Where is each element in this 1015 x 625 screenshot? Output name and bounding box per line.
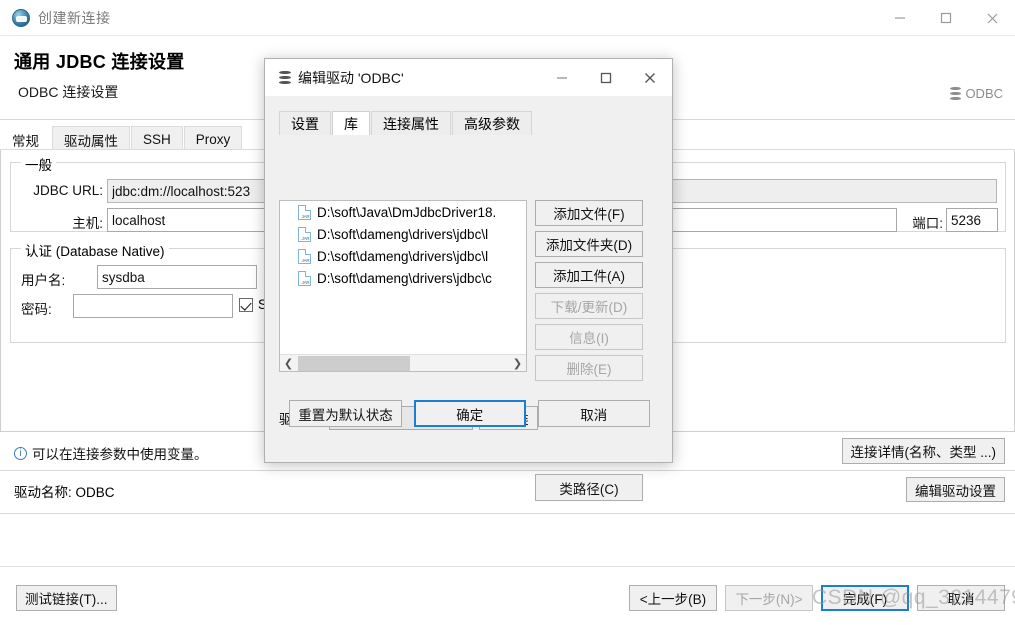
delete-button: 删除(E) bbox=[535, 355, 643, 381]
list-item[interactable]: D:\soft\dameng\drivers\jdbc\l bbox=[280, 223, 526, 245]
ok-button[interactable]: 确定 bbox=[413, 400, 526, 427]
test-connection-button[interactable]: 测试链接(T)... bbox=[16, 585, 117, 611]
database-icon bbox=[279, 70, 291, 85]
library-path: D:\soft\dameng\drivers\jdbc\l bbox=[317, 248, 489, 264]
page-title: 通用 JDBC 连接设置 bbox=[14, 52, 185, 72]
list-item[interactable]: D:\soft\dameng\drivers\jdbc\l bbox=[280, 245, 526, 267]
authentication-group-legend: 认证 (Database Native) bbox=[21, 240, 169, 260]
checkbox-icon bbox=[239, 297, 253, 312]
scroll-right-icon[interactable]: ❯ bbox=[509, 355, 526, 372]
library-list[interactable]: D:\soft\Java\DmJdbcDriver18. D:\soft\dam… bbox=[279, 200, 527, 372]
tab-general-label: 常规 bbox=[12, 133, 39, 149]
connection-details-button[interactable]: 连接详情(名称、类型 ...) bbox=[841, 438, 1005, 464]
library-list-horizontal-scrollbar[interactable]: ❮ ❯ bbox=[280, 354, 526, 371]
password-input[interactable] bbox=[73, 294, 233, 318]
library-path: D:\soft\dameng\drivers\jdbc\c bbox=[317, 270, 492, 286]
tab-proxy[interactable]: Proxy bbox=[183, 126, 243, 150]
dialog-title: 编辑驱动 'ODBC' bbox=[298, 69, 404, 86]
jar-file-icon bbox=[298, 204, 312, 220]
application-window: 创建新连接 通用 JDBC 连接设置 ODBC 连接设置 ODBC 常规 驱动属… bbox=[0, 0, 1015, 625]
variables-info: i 可以在连接参数中使用变量。 bbox=[14, 443, 208, 463]
wizard-button-bar: 测试链接(T)... <上一步(B) 下一步(N)> 完成(F) 取消 bbox=[0, 566, 1015, 625]
dialog-close-icon[interactable] bbox=[628, 59, 672, 96]
username-label: 用户名: bbox=[21, 273, 66, 288]
connection-icon bbox=[12, 8, 30, 27]
tab-driver-properties-label: 驱动属性 bbox=[64, 133, 118, 149]
dialog-titlebar: 编辑驱动 'ODBC' bbox=[265, 59, 672, 96]
database-icon bbox=[950, 87, 962, 100]
jar-file-icon bbox=[298, 248, 312, 264]
window-title: 创建新连接 bbox=[38, 9, 111, 26]
scrollbar-thumb[interactable] bbox=[298, 355, 410, 371]
username-input[interactable] bbox=[97, 265, 257, 289]
dialog-tab-strip: 设置 库 连接属性 高级参数 bbox=[279, 111, 533, 136]
library-path: D:\soft\dameng\drivers\jdbc\l bbox=[317, 226, 489, 242]
window-titlebar: 创建新连接 bbox=[0, 0, 1015, 36]
scroll-left-icon[interactable]: ❮ bbox=[280, 355, 297, 372]
dialog-footer: 重置为默认状态 确定 取消 bbox=[279, 400, 660, 427]
download-update-button: 下载/更新(D) bbox=[535, 293, 643, 319]
dialog-tab-connection-properties-label: 连接属性 bbox=[383, 116, 439, 132]
window-controls bbox=[877, 0, 1015, 36]
classpath-button[interactable]: 类路径(C) bbox=[535, 474, 643, 501]
dialog-window-controls bbox=[540, 59, 672, 96]
add-artifact-button[interactable]: 添加工件(A) bbox=[535, 262, 643, 288]
jar-file-icon bbox=[298, 226, 312, 242]
library-action-buttons: 添加文件(F) 添加文件夹(D) 添加工件(A) 下载/更新(D) 信息(I) … bbox=[535, 200, 643, 386]
divider-top bbox=[0, 470, 1015, 471]
edit-driver-settings-button[interactable]: 编辑驱动设置 bbox=[906, 477, 1005, 502]
add-file-button[interactable]: 添加文件(F) bbox=[535, 200, 643, 226]
library-path: D:\soft\Java\DmJdbcDriver18. bbox=[317, 204, 497, 220]
next-button: 下一步(N)> bbox=[725, 585, 813, 611]
dialog-body: D:\soft\Java\DmJdbcDriver18. D:\soft\dam… bbox=[279, 135, 660, 501]
close-icon[interactable] bbox=[969, 0, 1015, 36]
driver-brand-label: ODBC bbox=[965, 86, 1003, 101]
dialog-tab-advanced-parameters-label: 高级参数 bbox=[464, 116, 520, 132]
page-subtitle: ODBC 连接设置 bbox=[18, 84, 119, 100]
jar-file-icon bbox=[298, 270, 312, 286]
dialog-tab-settings-label: 设置 bbox=[291, 116, 319, 132]
host-label: 主机: bbox=[72, 216, 103, 231]
list-item[interactable]: D:\soft\Java\DmJdbcDriver18. bbox=[280, 201, 526, 223]
variables-info-text: 可以在连接参数中使用变量。 bbox=[32, 447, 208, 462]
jdbc-url-label: JDBC URL: bbox=[33, 183, 103, 198]
divider-bottom bbox=[0, 513, 1015, 514]
driver-brand: ODBC bbox=[950, 86, 1003, 101]
driver-name-label: 驱动名称: ODBC bbox=[14, 485, 115, 500]
port-input[interactable] bbox=[946, 208, 998, 232]
maximize-icon[interactable] bbox=[923, 0, 969, 36]
finish-button[interactable]: 完成(F) bbox=[821, 585, 909, 611]
dialog-tab-settings[interactable]: 设置 bbox=[279, 111, 331, 136]
info-button: 信息(I) bbox=[535, 324, 643, 350]
minimize-icon[interactable] bbox=[877, 0, 923, 36]
dialog-tab-advanced-parameters[interactable]: 高级参数 bbox=[452, 111, 532, 136]
tab-ssh[interactable]: SSH bbox=[131, 126, 183, 150]
tab-ssh-label: SSH bbox=[143, 132, 171, 147]
dialog-tab-libraries[interactable]: 库 bbox=[332, 111, 370, 136]
port-label: 端口: bbox=[912, 216, 943, 231]
edit-driver-dialog: 编辑驱动 'ODBC' 设置 库 连接属性 高级参数 JAR D:\soft\J… bbox=[264, 58, 673, 501]
list-item[interactable]: D:\soft\dameng\drivers\jdbc\c bbox=[280, 267, 526, 289]
dialog-cancel-button[interactable]: 取消 bbox=[537, 400, 650, 427]
tab-driver-properties[interactable]: 驱动属性 bbox=[52, 126, 130, 150]
wizard-navigation: <上一步(B) 下一步(N)> 完成(F) 取消 bbox=[629, 585, 1005, 611]
general-group-legend: 一般 bbox=[21, 154, 56, 174]
info-icon: i bbox=[14, 446, 27, 460]
dialog-tab-connection-properties[interactable]: 连接属性 bbox=[371, 111, 451, 136]
add-folder-button[interactable]: 添加文件夹(D) bbox=[535, 231, 643, 257]
cancel-button[interactable]: 取消 bbox=[917, 585, 1005, 611]
dialog-maximize-icon[interactable] bbox=[584, 59, 628, 96]
reset-to-default-button[interactable]: 重置为默认状态 bbox=[289, 400, 402, 427]
tab-proxy-label: Proxy bbox=[195, 132, 231, 147]
back-button[interactable]: <上一步(B) bbox=[629, 585, 717, 611]
tab-general[interactable]: 常规 bbox=[0, 126, 51, 150]
dialog-tab-libraries-label: 库 bbox=[344, 116, 358, 132]
dialog-minimize-icon[interactable] bbox=[540, 59, 584, 96]
